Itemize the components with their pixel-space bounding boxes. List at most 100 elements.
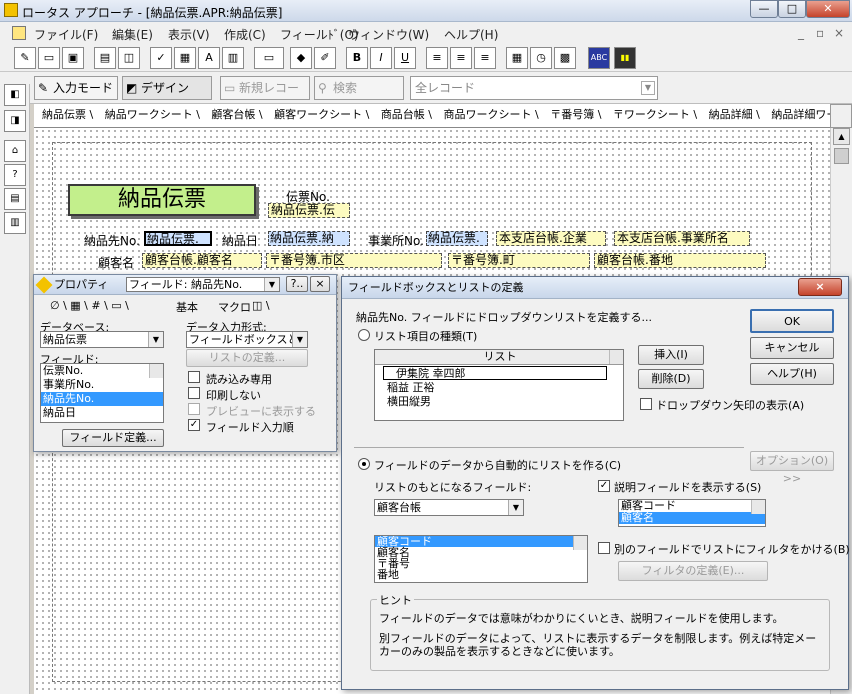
search-button[interactable]: ⚲ 検索: [314, 76, 404, 100]
open-icon[interactable]: ▭: [38, 47, 60, 69]
close-button[interactable]: ✕: [806, 0, 850, 18]
menu-create[interactable]: 作成(C): [224, 26, 266, 43]
menu-field[interactable]: フィールﾄﾞ(O): [280, 26, 359, 43]
desc-field-checkbox[interactable]: ✓: [598, 480, 610, 492]
list-item[interactable]: 伝票No.: [41, 364, 163, 378]
list-item[interactable]: 〒番号: [375, 558, 587, 569]
kokyaku-label[interactable]: 顧客名: [98, 254, 134, 271]
list-item-row[interactable]: 横田縦男: [375, 395, 623, 409]
yubin-town-field[interactable]: 〒番号簿.町: [448, 253, 590, 268]
new-icon[interactable]: ✎: [14, 47, 36, 69]
jigyo-label[interactable]: 事業所No.: [368, 232, 424, 249]
list-item[interactable]: 納品日: [41, 406, 163, 420]
browse-tool-icon[interactable]: ◧: [4, 84, 26, 106]
nohin-field[interactable]: 納品伝票.: [144, 231, 212, 246]
grid-icon[interactable]: ▩: [554, 47, 576, 69]
menu-file[interactable]: ファイル(F): [34, 26, 98, 43]
list-items-grid[interactable]: リスト 伊集院 幸四郎 稲益 正裕 横田縦男: [374, 349, 624, 421]
calendar-icon[interactable]: ▦: [506, 47, 528, 69]
menu-window[interactable]: ウィンドウ(W): [348, 26, 429, 43]
yubin-city-field[interactable]: 〒番号簿.市区: [266, 253, 442, 268]
doc-minimize[interactable]: _: [798, 26, 804, 40]
fill-color-icon[interactable]: ◆: [290, 47, 312, 69]
align-right-icon[interactable]: ≡: [474, 47, 496, 69]
dialog-close-button[interactable]: ×: [798, 278, 842, 296]
pen-icon[interactable]: ✐: [314, 47, 336, 69]
dropdown-arrow-checkbox[interactable]: [640, 398, 652, 410]
form-title[interactable]: 納品伝票: [68, 184, 256, 216]
draw-tool-icon[interactable]: ▥: [222, 47, 244, 69]
view-select[interactable]: 全レコード ▼: [410, 76, 658, 100]
tab-nohin-denpyo[interactable]: 納品伝票: [42, 108, 86, 121]
filter-define-button[interactable]: フィルタの定義(E)...: [618, 561, 768, 581]
filter-checkbox[interactable]: [598, 542, 610, 554]
home-icon[interactable]: ⌂: [4, 140, 26, 162]
help-button[interactable]: ヘルプ(H): [750, 363, 834, 385]
preview-icon[interactable]: ◫: [118, 47, 140, 69]
save-icon[interactable]: ▣: [62, 47, 84, 69]
doc-close[interactable]: ×: [834, 26, 844, 40]
minimize-button[interactable]: —: [750, 0, 778, 18]
menu-help[interactable]: ヘルプ(H): [444, 26, 498, 43]
list-grid-scrollbar[interactable]: [609, 350, 623, 364]
maximize-button[interactable]: □: [778, 0, 806, 18]
underline-icon[interactable]: U: [394, 47, 416, 69]
field-list[interactable]: 伝票No. 事業所No. 納品先No. 納品日: [40, 363, 164, 423]
property-selector[interactable]: フィールド: 納品先No. ▼: [126, 277, 280, 292]
delete-button[interactable]: 削除(D): [638, 369, 704, 389]
shiten-jigyosho-field[interactable]: 本支店台帳.事業所名: [614, 231, 750, 246]
button-tool-icon[interactable]: ▭: [254, 47, 284, 69]
print-icon[interactable]: ▤: [94, 47, 116, 69]
spell-icon[interactable]: ✓: [150, 47, 172, 69]
base-db-select[interactable]: 顧客台帳 ▼: [374, 499, 524, 516]
date-label[interactable]: 納品日: [222, 232, 258, 249]
db-select[interactable]: 納品伝票 ▼: [40, 331, 164, 348]
bold-icon[interactable]: B: [346, 47, 368, 69]
tab-kokyaku-daicho[interactable]: 顧客台帳: [211, 108, 255, 121]
italic-icon[interactable]: I: [370, 47, 392, 69]
list-item-row[interactable]: 稲益 正裕: [375, 381, 623, 395]
cancel-button[interactable]: キャンセル: [750, 337, 834, 359]
input-type-select[interactable]: フィールドボックスとリスト▼: [186, 331, 308, 348]
align-left-icon[interactable]: ≡: [426, 47, 448, 69]
radio-auto-list[interactable]: [358, 458, 370, 470]
scroll-up-arrow[interactable]: ▲: [833, 128, 850, 145]
tab-shohin-daicho[interactable]: 商品台帳: [381, 108, 425, 121]
readonly-checkbox[interactable]: [188, 371, 200, 383]
input-mode-button[interactable]: ✎ 入力モード: [34, 76, 118, 100]
field-define-button[interactable]: フィールド定義...: [62, 429, 164, 447]
chart-icon[interactable]: ▮▮: [614, 47, 636, 69]
tab-misc[interactable]: ◫ \: [252, 299, 270, 312]
tab-scroll[interactable]: [830, 104, 852, 128]
list-item-row[interactable]: 伊集院 幸四郎: [383, 366, 607, 380]
list-item[interactable]: 事業所No.: [41, 378, 163, 392]
jigyo-field[interactable]: 納品伝票.: [426, 231, 488, 246]
scroll-thumb[interactable]: [834, 148, 849, 164]
design-mode-button[interactable]: ◩ デザイン: [122, 76, 212, 100]
tab-nohin-worksheet[interactable]: 納品ワークシート: [105, 108, 193, 121]
help-icon[interactable]: ?: [4, 164, 26, 186]
menu-view[interactable]: 表示(V): [168, 26, 210, 43]
list-item-selected[interactable]: 顧客名: [619, 512, 765, 524]
field-tool-icon[interactable]: ▦: [174, 47, 196, 69]
tab-macro[interactable]: マクロ: [218, 299, 251, 315]
tab-nohin-shosai[interactable]: 納品詳細: [709, 108, 753, 121]
clock-icon[interactable]: ◷: [530, 47, 552, 69]
shiten-kigyo-field[interactable]: 本支店台帳.企業: [496, 231, 606, 246]
field-list-scrollbar[interactable]: [149, 364, 163, 378]
option-button[interactable]: オプション(O) >>: [750, 451, 834, 485]
tab-shohin-worksheet[interactable]: 商品ワークシート: [444, 108, 532, 121]
properties-help-button[interactable]: ?..: [286, 276, 308, 292]
ok-button[interactable]: OK: [750, 309, 834, 333]
align-center-icon[interactable]: ≡: [450, 47, 472, 69]
text-tool-icon[interactable]: A: [198, 47, 220, 69]
report-icon[interactable]: ▤: [4, 188, 26, 210]
insert-button[interactable]: 挿入(I): [638, 345, 704, 365]
banchi-field[interactable]: 顧客台帳.番地: [594, 253, 766, 268]
tab-yubin-worksheet[interactable]: 〒ワークシート: [613, 108, 690, 121]
chart-tool-icon[interactable]: ▥: [4, 212, 26, 234]
radio-list-items[interactable]: [358, 329, 370, 341]
taborder-checkbox[interactable]: ✓: [188, 419, 200, 431]
tab-yubin[interactable]: 〒番号簿: [550, 108, 594, 121]
desc-field-scrollbar[interactable]: [751, 500, 765, 514]
